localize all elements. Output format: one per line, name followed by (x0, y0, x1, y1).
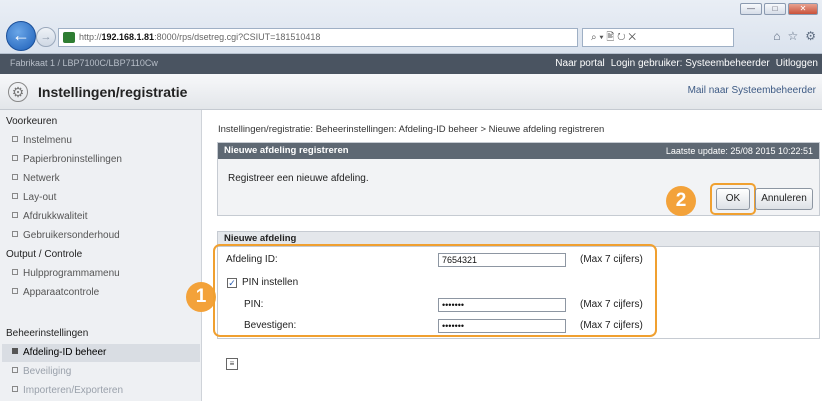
sidebar-group-beheer[interactable]: Beheerinstellingen (6, 328, 88, 339)
sidebar-item-label: Importeren/Exporteren (23, 385, 124, 396)
sidebar-item-afdrukkwaliteit[interactable]: Afdrukkwaliteit (12, 211, 87, 222)
bullet-icon (12, 155, 18, 161)
minimize-button[interactable]: — (740, 3, 762, 15)
sidebar: Voorkeuren Instelmenu Papierbroninstelli… (0, 110, 202, 401)
confirm-input[interactable] (438, 319, 566, 333)
favorites-icon[interactable]: ☆ (787, 29, 798, 43)
url-rest: :8000/rps/dsetreg.cgi?CSIUT=181510418 (154, 32, 321, 42)
bullet-icon (12, 367, 18, 373)
sidebar-item-gebruikersonderhoud[interactable]: Gebruikersonderhoud (12, 230, 120, 241)
site-favicon-icon (63, 32, 75, 43)
sidebar-item-importeren[interactable]: Importeren/Exporteren (12, 385, 123, 396)
url-host: 192.168.1.81 (101, 32, 155, 42)
sidebar-item-papierbron[interactable]: Papierbroninstellingen (12, 154, 122, 165)
sidebar-item-apparaatcontrole[interactable]: Apparaatcontrole (12, 287, 99, 298)
sidebar-item-label: Hulpprogrammamenu (23, 268, 120, 279)
bullet-icon (12, 136, 18, 142)
bullet-icon (12, 231, 18, 237)
page-top-icon[interactable]: ≡ (226, 358, 238, 370)
url-prefix: http:// (79, 32, 102, 42)
pin-checkbox[interactable]: ✓ (227, 278, 237, 288)
address-bar[interactable]: http://192.168.1.81:8000/rps/dsetreg.cgi… (58, 28, 578, 47)
sidebar-group-output[interactable]: Output / Controle (6, 249, 82, 260)
dept-id-label: Afdeling ID: (226, 254, 278, 265)
sidebar-item-label: Apparaatcontrole (23, 287, 100, 298)
bullet-icon (12, 348, 18, 354)
sidebar-item-netwerk[interactable]: Netwerk (12, 173, 60, 184)
sidebar-item-label: Instelmenu (23, 135, 72, 146)
browser-tools: ⌂ ☆ ⚙ (773, 29, 816, 43)
breadcrumb: Instellingen/registratie: Beheerinstelli… (218, 124, 605, 135)
bullet-icon (12, 212, 18, 218)
bullet-icon (12, 288, 18, 294)
forward-button[interactable]: → (36, 27, 56, 47)
sidebar-group-voorkeuren[interactable]: Voorkeuren (6, 116, 57, 127)
bullet-icon (12, 174, 18, 180)
panel-title: Nieuwe afdeling registreren (224, 145, 349, 156)
panel-header: Nieuwe afdeling registreren Laatste upda… (218, 143, 819, 159)
sidebar-item-label: Netwerk (23, 173, 60, 184)
bullet-icon (12, 269, 18, 275)
address-tools[interactable]: ⌕ ▾ 🖹 ↻ ✕ (582, 28, 734, 47)
pin-label: PIN: (244, 299, 264, 310)
settings-gear-icon[interactable]: ⚙ (805, 29, 816, 43)
sidebar-item-label: Beveiliging (23, 366, 72, 377)
last-update: Laatste update: 25/08 2015 10:22:51 (665, 146, 813, 156)
top-bar: Fabrikaat 1 / LBP7100C/LBP7110Cw Naar po… (0, 54, 822, 74)
cancel-button[interactable]: Annuleren (755, 188, 813, 210)
window-controls: — □ ✕ (740, 3, 818, 15)
bullet-icon (12, 386, 18, 392)
sidebar-item-hulpprogrammamenu[interactable]: Hulpprogrammamenu (12, 268, 120, 279)
confirm-label: Bevestigen: (244, 320, 297, 331)
sidebar-item-label: Lay-out (23, 192, 57, 203)
sidebar-item-label: Gebruikersonderhoud (23, 230, 120, 241)
callout-badge-2: 2 (666, 186, 696, 216)
portal-link[interactable]: Naar portal (555, 58, 604, 69)
sidebar-item-label: Afdeling-ID beheer (23, 347, 107, 358)
dept-id-input[interactable] (438, 253, 566, 267)
login-user: Login gebruiker: Systeembeheerder (610, 58, 770, 69)
close-window-button[interactable]: ✕ (788, 3, 818, 15)
mail-admin-link[interactable]: Mail naar Systeembeheerder (688, 85, 816, 96)
sidebar-item-label: Papierbroninstellingen (23, 154, 122, 165)
page-title: Instellingen/registratie (38, 84, 188, 100)
panel-message: Registreer een nieuwe afdeling. (228, 173, 369, 184)
browser-chrome: — □ ✕ ← → http://192.168.1.81:8000/rps/d… (0, 0, 822, 54)
sidebar-item-beveiliging[interactable]: Beveiliging (12, 366, 71, 377)
maximize-button[interactable]: □ (764, 3, 786, 15)
device-name: Fabrikaat 1 / LBP7100C/LBP7110Cw (10, 58, 158, 68)
sidebar-item-layout[interactable]: Lay-out (12, 192, 56, 203)
callout-badge-1: 1 (186, 282, 216, 312)
logout-link[interactable]: Uitloggen (776, 58, 818, 69)
confirm-hint: (Max 7 cijfers) (580, 320, 643, 331)
pin-input[interactable] (438, 298, 566, 312)
home-icon[interactable]: ⌂ (773, 29, 780, 43)
back-button[interactable]: ← (6, 21, 36, 51)
pin-toggle-label: PIN instellen (242, 277, 299, 288)
sidebar-item-instelmenu[interactable]: Instelmenu (12, 135, 72, 146)
settings-gear-icon: ⚙ (8, 82, 28, 102)
pin-hint: (Max 7 cijfers) (580, 299, 643, 310)
sidebar-item-label: Afdrukkwaliteit (23, 211, 88, 222)
page-header: ⚙ Instellingen/registratie Mail naar Sys… (0, 74, 822, 110)
bullet-icon (12, 193, 18, 199)
dept-id-hint: (Max 7 cijfers) (580, 254, 643, 265)
sidebar-item-afdeling-id[interactable]: Afdeling-ID beheer (12, 347, 106, 358)
ok-button[interactable]: OK (716, 188, 750, 210)
